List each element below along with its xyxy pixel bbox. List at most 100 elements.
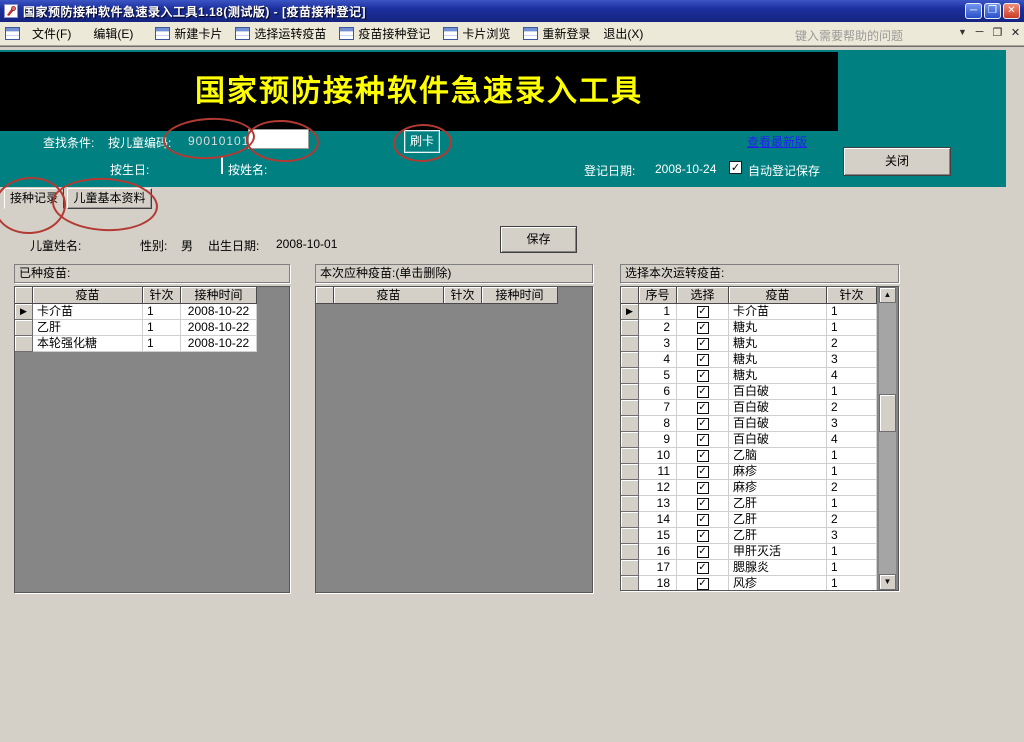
row-selector[interactable] — [621, 512, 639, 528]
close-window-button[interactable]: ✕ — [1003, 3, 1020, 19]
table-row[interactable]: 本轮强化糖12008-10-22 — [15, 336, 289, 352]
child-restore-button[interactable]: ❐ — [990, 26, 1005, 39]
current-row-marker[interactable]: ▶ — [621, 304, 639, 320]
table-row[interactable]: 7✓百白破2 — [621, 400, 898, 416]
row-selector[interactable] — [621, 576, 639, 591]
vaccine-checkbox[interactable]: ✓ — [697, 546, 709, 558]
table-row[interactable]: 13✓乙肝1 — [621, 496, 898, 512]
child-window-icon[interactable] — [5, 27, 20, 40]
row-selector[interactable] — [621, 336, 639, 352]
table-row[interactable]: 6✓百白破1 — [621, 384, 898, 400]
vaccine-checkbox[interactable]: ✓ — [697, 402, 709, 414]
latest-version-link[interactable]: 查看最新版 — [747, 133, 807, 150]
vaccine-checkbox[interactable]: ✓ — [697, 562, 709, 574]
vaccine-checkbox[interactable]: ✓ — [697, 450, 709, 462]
vaccine-checkbox[interactable]: ✓ — [697, 578, 709, 590]
table-row[interactable]: 14✓乙肝2 — [621, 512, 898, 528]
transfer-vaccines-title: 选择本次运转疫苗: — [620, 264, 899, 283]
row-selector[interactable] — [15, 320, 33, 336]
vaccine-checkbox[interactable]: ✓ — [697, 482, 709, 494]
row-selector[interactable] — [621, 384, 639, 400]
row-selector[interactable] — [621, 464, 639, 480]
menu-relogin[interactable]: 重新登录 — [523, 25, 590, 42]
column-header[interactable]: 序号 — [639, 287, 677, 304]
table-row[interactable]: ▶卡介苗12008-10-22 — [15, 304, 289, 320]
vertical-scrollbar[interactable]: ▲ ▼ — [879, 287, 896, 590]
row-selector[interactable] — [621, 448, 639, 464]
vaccine-checkbox[interactable]: ✓ — [697, 434, 709, 446]
row-selector[interactable] — [621, 496, 639, 512]
column-header[interactable]: 选择 — [677, 287, 729, 304]
table-row[interactable]: 17✓腮腺炎1 — [621, 560, 898, 576]
scroll-down-icon[interactable]: ▼ — [879, 574, 896, 590]
table-row[interactable]: 10✓乙脑1 — [621, 448, 898, 464]
column-header[interactable]: 接种时间 — [181, 287, 257, 304]
row-selector[interactable] — [15, 336, 33, 352]
vaccine-checkbox[interactable]: ✓ — [697, 306, 709, 318]
vaccine-checkbox[interactable]: ✓ — [697, 370, 709, 382]
column-header[interactable]: 疫苗 — [334, 287, 444, 304]
form-icon — [339, 27, 354, 40]
menu-exit[interactable]: 退出(X) — [603, 25, 643, 42]
table-row[interactable]: ▶1✓卡介苗1 — [621, 304, 898, 320]
current-row-marker[interactable]: ▶ — [15, 304, 33, 320]
close-button[interactable]: 关闭 — [843, 147, 951, 176]
vaccine-checkbox[interactable]: ✓ — [697, 514, 709, 526]
menu-new-card[interactable]: 新建卡片 — [155, 25, 222, 42]
vaccine-checkbox[interactable]: ✓ — [697, 386, 709, 398]
minimize-button[interactable]: ─ — [965, 3, 982, 19]
scrollbar-thumb[interactable] — [879, 394, 896, 432]
grid-cell: ✓ — [677, 496, 729, 512]
table-row[interactable]: 4✓糖丸3 — [621, 352, 898, 368]
row-selector[interactable] — [621, 352, 639, 368]
table-row[interactable]: 11✓麻疹1 — [621, 464, 898, 480]
row-selector[interactable] — [621, 544, 639, 560]
grid-cell: 2008-10-22 — [181, 336, 257, 352]
column-header[interactable]: 针次 — [444, 287, 482, 304]
scroll-up-icon[interactable]: ▲ — [879, 287, 896, 303]
column-header[interactable]: 针次 — [143, 287, 181, 304]
menu-edit[interactable]: 编辑(E) — [93, 25, 133, 42]
vaccine-checkbox[interactable]: ✓ — [697, 354, 709, 366]
menu-select-transfer-vaccine[interactable]: 选择运转疫苗 — [235, 25, 326, 42]
vaccine-checkbox[interactable]: ✓ — [697, 418, 709, 430]
menu-bar: 文件(F) 编辑(E) 新建卡片 选择运转疫苗 疫苗接种登记 卡片浏览 重新登录… — [0, 22, 1024, 46]
child-close-button[interactable]: ✕ — [1008, 26, 1023, 39]
table-row[interactable]: 2✓糖丸1 — [621, 320, 898, 336]
child-minimize-button[interactable]: ─ — [972, 26, 987, 38]
save-button[interactable]: 保存 — [500, 226, 577, 253]
table-row[interactable]: 9✓百白破4 — [621, 432, 898, 448]
column-header[interactable]: 疫苗 — [729, 287, 827, 304]
vaccine-checkbox[interactable]: ✓ — [697, 322, 709, 334]
table-row[interactable]: 18✓风疹1 — [621, 576, 898, 591]
vaccine-checkbox[interactable]: ✓ — [697, 530, 709, 542]
column-header[interactable]: 接种时间 — [482, 287, 558, 304]
column-header[interactable]: 疫苗 — [33, 287, 143, 304]
column-header[interactable]: 针次 — [827, 287, 877, 304]
help-question-input[interactable]: 键入需要帮助的问题 — [795, 27, 903, 44]
menu-vaccination-register[interactable]: 疫苗接种登记 — [339, 25, 430, 42]
restore-button[interactable]: ❐ — [984, 3, 1001, 19]
table-row[interactable]: 16✓甲肝灭活1 — [621, 544, 898, 560]
table-row[interactable]: 15✓乙肝3 — [621, 528, 898, 544]
row-selector[interactable] — [621, 432, 639, 448]
table-row[interactable]: 12✓麻疹2 — [621, 480, 898, 496]
table-row[interactable]: 3✓糖丸2 — [621, 336, 898, 352]
table-row[interactable]: 5✓糖丸4 — [621, 368, 898, 384]
row-selector[interactable] — [621, 368, 639, 384]
help-dropdown-icon[interactable]: ▼ — [958, 27, 967, 37]
vaccine-checkbox[interactable]: ✓ — [697, 338, 709, 350]
table-row[interactable]: 8✓百白破3 — [621, 416, 898, 432]
menu-file[interactable]: 文件(F) — [32, 25, 71, 42]
menu-card-browse[interactable]: 卡片浏览 — [443, 25, 510, 42]
row-selector[interactable] — [621, 400, 639, 416]
auto-save-checkbox[interactable]: ✓ — [729, 161, 742, 174]
row-selector[interactable] — [621, 480, 639, 496]
vaccine-checkbox[interactable]: ✓ — [697, 466, 709, 478]
row-selector[interactable] — [621, 320, 639, 336]
table-row[interactable]: 乙肝12008-10-22 — [15, 320, 289, 336]
row-selector[interactable] — [621, 528, 639, 544]
row-selector[interactable] — [621, 560, 639, 576]
vaccine-checkbox[interactable]: ✓ — [697, 498, 709, 510]
row-selector[interactable] — [621, 416, 639, 432]
